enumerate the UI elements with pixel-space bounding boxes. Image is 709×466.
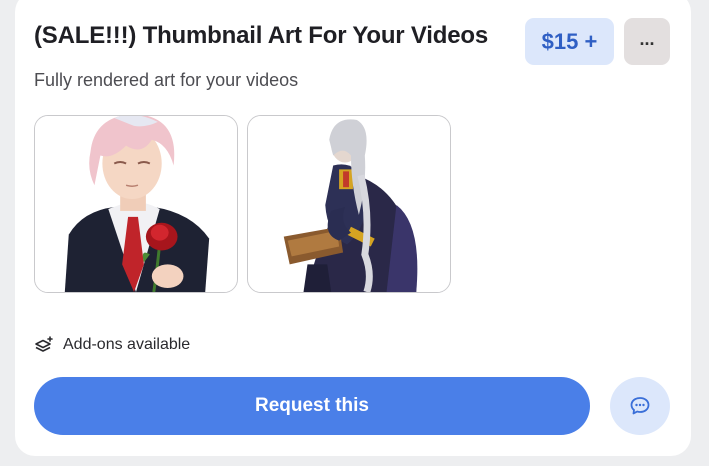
addons-label: Add-ons available xyxy=(63,336,191,353)
thumbnail-art-rose-man xyxy=(35,116,237,292)
price-badge[interactable]: $15 + xyxy=(525,18,614,65)
thumbnail-image-1[interactable] xyxy=(34,115,238,293)
request-button[interactable]: Request this xyxy=(34,377,590,435)
layers-plus-icon xyxy=(35,336,53,352)
more-options-button[interactable]: ... xyxy=(624,18,670,65)
listing-title: (SALE!!!) Thumbnail Art For Your Videos xyxy=(34,22,488,49)
thumbnail-art-knight xyxy=(248,116,450,292)
chat-bubble-icon xyxy=(630,397,650,415)
ellipsis-icon: ... xyxy=(639,28,655,49)
listing-subtitle: Fully rendered art for your videos xyxy=(34,70,299,90)
commission-card: (SALE!!!) Thumbnail Art For Your Videos … xyxy=(15,0,691,456)
chat-button[interactable] xyxy=(610,377,670,435)
thumbnail-image-2[interactable] xyxy=(247,115,451,293)
addons-indicator: Add-ons available xyxy=(34,335,190,355)
